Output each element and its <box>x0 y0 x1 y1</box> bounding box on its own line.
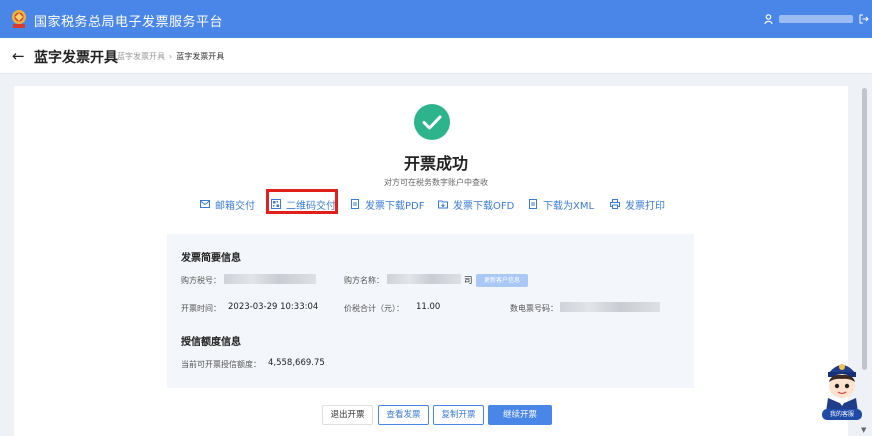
continue-invoicing-button[interactable]: 继续开票 <box>488 405 552 425</box>
document-download-icon <box>529 199 537 209</box>
invoice-no-label: 数电票号码： <box>510 304 558 313</box>
copy-invoice-button[interactable]: 复制开票 <box>433 405 484 425</box>
success-title: 开票成功 <box>403 154 468 173</box>
folder-download-icon <box>438 200 448 209</box>
scroll-down-arrow-icon[interactable]: ▼ <box>861 426 866 434</box>
breadcrumb-item-current: 蓝字发票开具 <box>176 52 225 61</box>
email-delivery-link[interactable]: 邮箱交付 <box>200 197 255 212</box>
success-check-icon <box>414 104 450 140</box>
user-name-redacted <box>779 15 853 23</box>
highlight-box <box>266 189 338 214</box>
buyer-name-suffix: 司 <box>464 276 473 286</box>
credit-section-title: 授信额度信息 <box>181 337 241 348</box>
credit-available-label: 当前可开票授信额度： <box>181 360 261 369</box>
email-delivery-label: 邮箱交付 <box>215 200 255 212</box>
mascot-label: 我的客服 <box>822 409 862 420</box>
tax-emblem-icon <box>12 10 26 28</box>
download-xml-link[interactable]: 下载为XML <box>528 197 595 212</box>
top-bar: 国家税务总局电子发票服务平台 <box>0 0 872 38</box>
success-subtitle: 对方可在税务数字账户中查收 <box>384 178 488 187</box>
summary-section-title: 发票简要信息 <box>181 253 241 264</box>
download-ofd-label: 发票下载OFD <box>453 200 515 212</box>
buyer-name-redacted <box>387 274 461 284</box>
app-title: 国家税务总局电子发票服务平台 <box>34 15 224 30</box>
mail-icon <box>200 200 210 208</box>
buyer-tax-no-label: 购方税号： <box>181 276 221 285</box>
total-value: 11.00 <box>416 302 441 312</box>
exit-icon[interactable] <box>859 14 869 24</box>
issue-time-label: 开票时间： <box>181 304 221 313</box>
download-pdf-link[interactable]: 发票下载PDF <box>350 197 425 212</box>
download-pdf-label: 发票下载PDF <box>365 200 425 212</box>
user-menu[interactable] <box>764 12 869 26</box>
page-title: 蓝字发票开具 <box>34 50 118 66</box>
breadcrumb-separator: › <box>169 52 173 61</box>
issue-time-value: 2023-03-29 10:33:04 <box>228 302 319 312</box>
scrollbar-thumb[interactable] <box>862 88 867 370</box>
view-invoice-button[interactable]: 查看发票 <box>378 405 429 425</box>
print-invoice-link[interactable]: 发票打印 <box>610 197 665 212</box>
credit-available-value: 4,558,669.75 <box>268 358 325 368</box>
exit-invoicing-button[interactable]: 退出开票 <box>322 405 373 425</box>
download-ofd-link[interactable]: 发票下载OFD <box>438 197 515 212</box>
print-invoice-label: 发票打印 <box>625 200 665 212</box>
user-icon <box>764 14 773 24</box>
update-customer-info-button[interactable]: 更新客户信息 <box>476 274 528 287</box>
breadcrumb: 蓝字发票开具 › 蓝字发票开具 <box>117 51 224 62</box>
page-header: ← 蓝字发票开具 蓝字发票开具 › 蓝字发票开具 <box>0 38 872 74</box>
buyer-tax-no-redacted <box>224 274 316 284</box>
breadcrumb-item-parent[interactable]: 蓝字发票开具 <box>117 52 165 61</box>
buyer-name-label: 购方名称： <box>344 276 384 285</box>
document-download-icon <box>351 199 359 209</box>
download-xml-label: 下载为XML <box>543 200 595 212</box>
total-label: 价税合计（元）： <box>344 304 404 313</box>
printer-icon <box>610 199 620 209</box>
invoice-no-redacted <box>560 302 660 312</box>
back-arrow-icon[interactable]: ← <box>12 47 25 65</box>
